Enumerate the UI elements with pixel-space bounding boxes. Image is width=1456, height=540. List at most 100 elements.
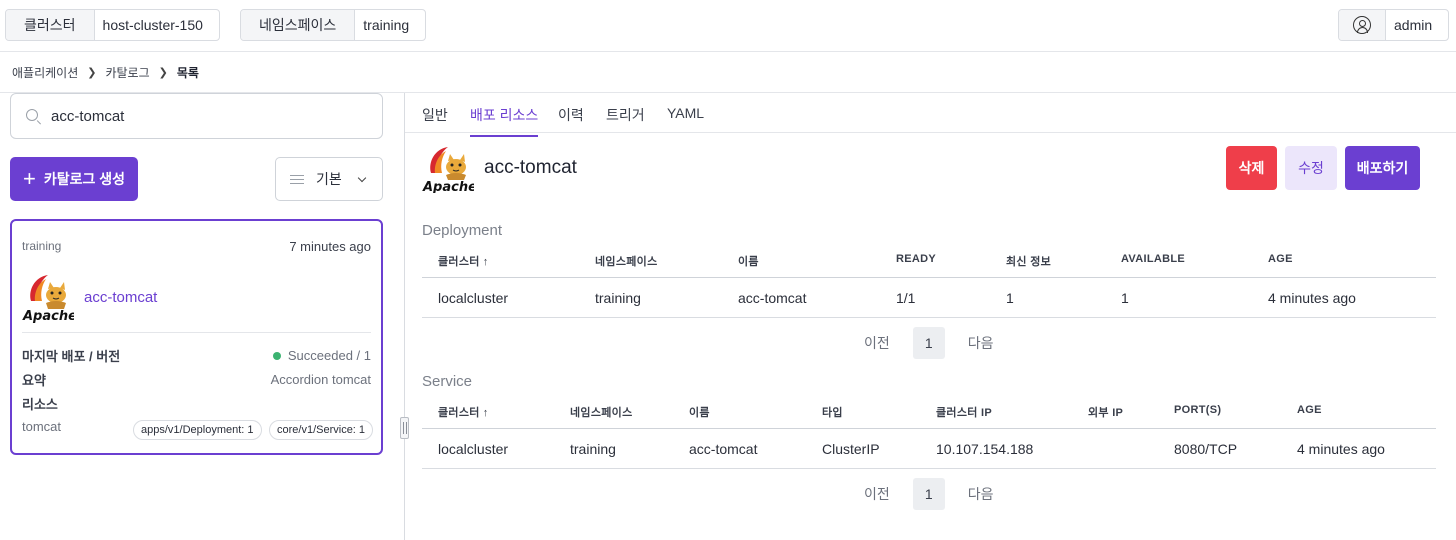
cell-cluster-ip: 10.107.154.188 bbox=[936, 441, 1034, 457]
card-title[interactable]: acc-tomcat bbox=[84, 289, 157, 306]
column-header-cluster[interactable]: 클러스터 ↑ bbox=[438, 253, 489, 269]
card-time-ago: 7 minutes ago bbox=[289, 239, 371, 254]
column-header-namespace[interactable]: 네임스페이스 bbox=[595, 253, 658, 269]
cell-up-to-date: 1 bbox=[1006, 290, 1014, 306]
delete-button[interactable]: 삭제 bbox=[1226, 146, 1277, 190]
resource-name: tomcat bbox=[22, 419, 62, 434]
breadcrumb-catalog[interactable]: 카탈로그 bbox=[105, 64, 149, 81]
prev-page-button[interactable]: 이전 bbox=[864, 484, 890, 504]
column-header-name[interactable]: 이름 bbox=[738, 253, 759, 269]
cell-age: 4 minutes ago bbox=[1297, 441, 1385, 457]
resize-handle[interactable] bbox=[400, 417, 409, 439]
resources-label: 리소스 bbox=[22, 396, 58, 412]
top-bar: 클러스터 host-cluster-150 네임스페이스 training ad… bbox=[0, 0, 1456, 52]
cluster-selector[interactable]: 클러스터 host-cluster-150 bbox=[5, 9, 220, 41]
cell-age: 4 minutes ago bbox=[1268, 290, 1356, 306]
sort-dropdown[interactable]: 기본 bbox=[275, 157, 383, 201]
table-row[interactable]: localcluster training acc-tomcat 1/1 1 1… bbox=[422, 278, 1436, 318]
next-page-button[interactable]: 다음 bbox=[968, 333, 994, 353]
column-header-external-ip[interactable]: 외부 IP bbox=[1088, 404, 1123, 420]
column-header-cluster-ip[interactable]: 클러스터 IP bbox=[936, 404, 992, 420]
create-catalog-label: 카탈로그 생성 bbox=[43, 171, 126, 187]
cell-name: acc-tomcat bbox=[689, 441, 758, 457]
card-divider bbox=[22, 332, 371, 333]
deployment-section-title: Deployment bbox=[422, 222, 503, 239]
resource-pill-deployment: apps/v1/Deployment: 1 bbox=[133, 420, 262, 440]
column-header-age[interactable]: AGE bbox=[1297, 404, 1322, 416]
card-namespace: training bbox=[22, 239, 62, 253]
namespace-selector[interactable]: 네임스페이스 training bbox=[240, 9, 427, 41]
next-page-button[interactable]: 다음 bbox=[968, 484, 994, 504]
plus-icon: + bbox=[22, 166, 36, 191]
create-catalog-button[interactable]: + 카탈로그 생성 bbox=[10, 157, 138, 201]
tab-general[interactable]: 일반 bbox=[422, 105, 448, 135]
cell-name: acc-tomcat bbox=[738, 290, 807, 306]
deployment-pagination: 이전 1 다음 bbox=[864, 327, 994, 359]
column-header-cluster[interactable]: 클러스터 ↑ bbox=[438, 404, 489, 420]
breadcrumb: 애플리케이션 ❯ 카탈로그 ❯ 목록 bbox=[12, 64, 199, 80]
sort-ascending-icon: ↑ bbox=[482, 407, 489, 419]
detail-title: acc-tomcat bbox=[484, 157, 577, 178]
chevron-down-icon bbox=[357, 173, 367, 183]
cluster-label: 클러스터 bbox=[6, 10, 95, 40]
chevron-right-icon: ❯ bbox=[158, 66, 168, 79]
column-header-ready[interactable]: READY bbox=[896, 253, 936, 265]
column-header-up-to-date[interactable]: 최신 정보 bbox=[1006, 253, 1051, 269]
breadcrumb-applications[interactable]: 애플리케이션 bbox=[12, 64, 78, 81]
cell-cluster: localcluster bbox=[438, 441, 509, 457]
last-deploy-status: Succeeded / 1 bbox=[272, 347, 371, 363]
column-header-type[interactable]: 타입 bbox=[822, 404, 843, 420]
cell-ready: 1/1 bbox=[896, 290, 916, 306]
breadcrumb-list: 목록 bbox=[176, 65, 199, 80]
tab-deployed-resources[interactable]: 배포 리소스 bbox=[470, 105, 539, 137]
tab-yaml[interactable]: YAML bbox=[667, 105, 704, 131]
filter-icon bbox=[290, 174, 304, 185]
status-dot-icon bbox=[272, 352, 281, 361]
chevron-right-icon: ❯ bbox=[87, 66, 97, 79]
column-header-name[interactable]: 이름 bbox=[689, 404, 710, 420]
last-deploy-value: Succeeded / 1 bbox=[287, 347, 371, 363]
prev-page-button[interactable]: 이전 bbox=[864, 333, 890, 353]
cluster-value: host-cluster-150 bbox=[102, 17, 203, 33]
detail-tabs: 일반 배포 리소스 이력 트리거 YAML bbox=[405, 93, 1456, 137]
cell-namespace: training bbox=[570, 441, 616, 457]
tab-history[interactable]: 이력 bbox=[558, 105, 584, 135]
cell-ports: 8080/TCP bbox=[1174, 441, 1238, 457]
search-input[interactable] bbox=[51, 107, 351, 125]
edit-button[interactable]: 수정 bbox=[1285, 146, 1337, 190]
user-name: admin bbox=[1394, 17, 1433, 33]
user-avatar bbox=[1339, 10, 1386, 40]
page-number[interactable]: 1 bbox=[912, 478, 945, 510]
sort-label: 기본 bbox=[316, 171, 342, 187]
table-header: 클러스터 ↑ 네임스페이스 이름 타입 클러스터 IP 외부 IP PORT(S)… bbox=[422, 391, 1436, 429]
namespace-value: training bbox=[363, 17, 410, 33]
summary-row: 요약 Accordion tomcat bbox=[22, 370, 371, 388]
sort-ascending-icon: ↑ bbox=[482, 256, 489, 268]
summary-value: Accordion tomcat bbox=[270, 371, 371, 387]
cell-namespace: training bbox=[595, 290, 641, 306]
deploy-button[interactable]: 배포하기 bbox=[1345, 146, 1420, 190]
column-header-ports[interactable]: PORT(S) bbox=[1174, 404, 1221, 416]
catalog-card[interactable]: training 7 minutes ago Apache acc-tomcat… bbox=[10, 219, 383, 455]
last-deploy-label: 마지막 배포 / 버전 bbox=[22, 348, 121, 364]
catalog-search bbox=[10, 93, 383, 139]
svg-text:Apache: Apache bbox=[422, 180, 474, 193]
service-section-title: Service bbox=[422, 373, 473, 390]
table-header: 클러스터 ↑ 네임스페이스 이름 READY 최신 정보 AVAILABLE AG… bbox=[422, 240, 1436, 278]
search-icon bbox=[26, 109, 38, 121]
column-header-namespace[interactable]: 네임스페이스 bbox=[570, 404, 633, 420]
page-number[interactable]: 1 bbox=[912, 327, 945, 359]
apache-tomcat-logo: Apache bbox=[422, 147, 474, 193]
cell-type: ClusterIP bbox=[822, 441, 880, 457]
column-header-age[interactable]: AGE bbox=[1268, 253, 1293, 265]
resources-row: 리소스 bbox=[22, 394, 371, 412]
pane-divider bbox=[404, 93, 405, 540]
last-deploy-row: 마지막 배포 / 버전 Succeeded / 1 bbox=[22, 346, 371, 364]
user-menu[interactable]: admin bbox=[1338, 9, 1450, 41]
resource-pill-service: core/v1/Service: 1 bbox=[269, 420, 374, 440]
apache-tomcat-logo: Apache bbox=[22, 275, 74, 323]
table-row[interactable]: localcluster training acc-tomcat Cluster… bbox=[422, 429, 1436, 469]
cell-available: 1 bbox=[1121, 290, 1129, 306]
column-header-available[interactable]: AVAILABLE bbox=[1121, 253, 1185, 265]
tab-triggers[interactable]: 트리거 bbox=[606, 105, 645, 135]
